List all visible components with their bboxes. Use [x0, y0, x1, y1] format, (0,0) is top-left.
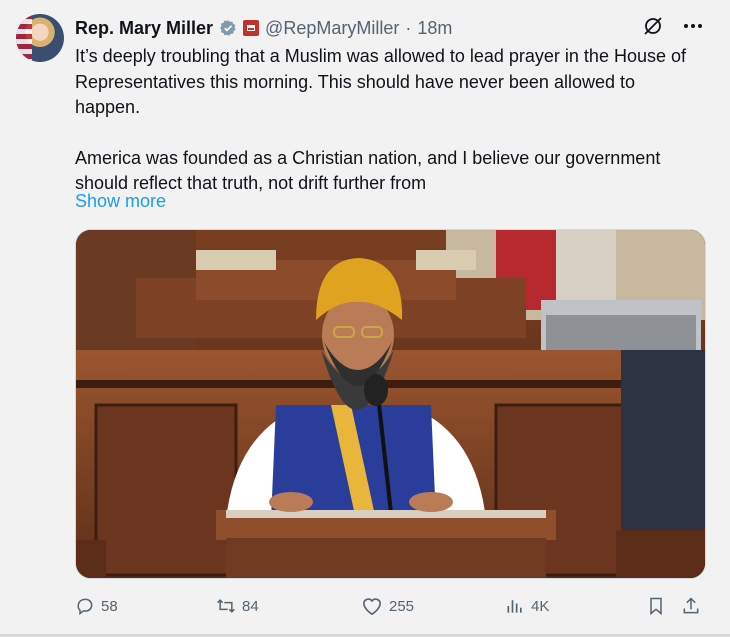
grok-icon[interactable] [642, 15, 664, 42]
reply-icon [77, 598, 93, 615]
verified-check-icon [220, 20, 236, 36]
tweet-paragraph-2: America was founded as a Christian natio… [75, 147, 661, 194]
heart-icon [362, 598, 382, 616]
views-bar-icon [507, 600, 522, 613]
tweet-text: It’s deeply troubling that a Muslim was … [75, 44, 705, 197]
like-count: 255 [389, 597, 415, 615]
like-button[interactable]: 255 [361, 592, 414, 620]
views-count: 4K [531, 597, 550, 615]
reply-count: 58 [101, 597, 118, 615]
tweet-paragraph-1: It’s deeply troubling that a Muslim was … [75, 46, 686, 117]
action-bar: 58 84 255 4K [75, 592, 705, 620]
avatar[interactable] [16, 14, 64, 62]
share-icon [683, 597, 699, 614]
share-button[interactable] [681, 592, 701, 620]
views-button[interactable]: 4K [505, 592, 549, 620]
government-badge-icon [243, 20, 260, 36]
retweet-button[interactable]: 84 [216, 592, 259, 620]
tweet-header: Rep. Mary Miller @RepMaryMiller · 18m [75, 15, 452, 41]
timestamp[interactable]: 18m [417, 18, 452, 39]
more-dots-icon[interactable] [682, 15, 704, 42]
reply-button[interactable]: 58 [75, 592, 118, 620]
tweet-media-image[interactable] [75, 229, 706, 579]
author-name[interactable]: Rep. Mary Miller [75, 18, 213, 39]
retweet-icon [217, 599, 235, 613]
author-handle[interactable]: @RepMaryMiller [265, 18, 399, 39]
media-photo [76, 230, 705, 578]
tweet-card[interactable]: Rep. Mary Miller @RepMaryMiller · 18m It… [0, 0, 730, 637]
flag-graphic [16, 14, 32, 62]
show-more-link[interactable]: Show more [75, 191, 166, 212]
bookmark-icon [650, 597, 662, 616]
top-actions [642, 15, 704, 42]
retweet-count: 84 [242, 597, 259, 615]
separator-dot: · [405, 17, 412, 38]
bookmark-button[interactable] [646, 592, 666, 620]
